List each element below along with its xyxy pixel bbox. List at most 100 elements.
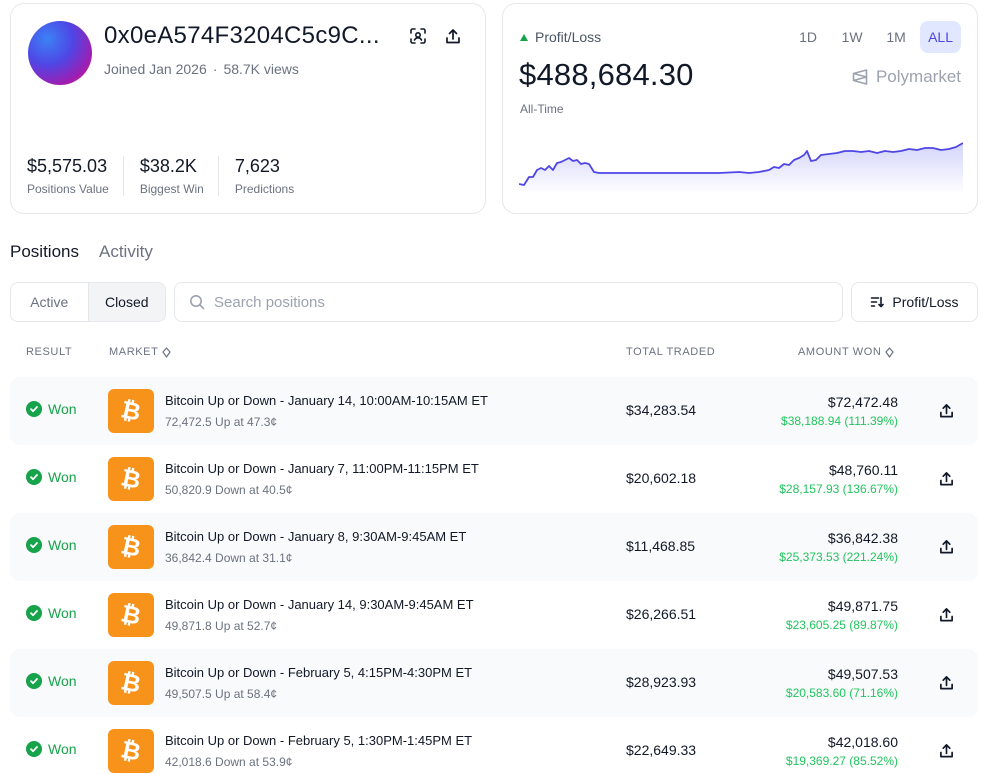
sort-button[interactable]: Profit/Loss xyxy=(851,282,978,322)
sort-toggle-icon xyxy=(162,346,172,358)
result-badge: Won xyxy=(26,605,77,621)
header-result-label: RESULT xyxy=(26,346,73,358)
main-tabs: Positions Activity xyxy=(10,242,153,262)
bitcoin-icon: ₿ xyxy=(108,389,154,433)
share-icon[interactable] xyxy=(935,400,957,422)
search-box xyxy=(174,282,843,322)
tab-positions[interactable]: Positions xyxy=(10,242,79,262)
scan-qr-icon[interactable] xyxy=(407,25,429,47)
pnl-label: Profit/Loss xyxy=(520,29,601,45)
up-triangle-icon xyxy=(520,33,528,41)
polymarket-brand: Polymarket xyxy=(851,67,961,87)
result-label: Won xyxy=(48,469,77,485)
stat-positions-value: $5,575.03 Positions Value xyxy=(27,156,124,196)
header-market-label: MARKET xyxy=(109,346,159,358)
profit-value: $23,605.25 (89.87%) xyxy=(785,618,898,632)
result-label: Won xyxy=(48,537,77,553)
total-traded-value: $11,468.85 xyxy=(626,538,696,554)
market-title[interactable]: Bitcoin Up or Down - February 5, 1:30PM-… xyxy=(165,733,472,748)
market-position-detail: 72,472.5 Up at 47.3¢ xyxy=(165,415,278,429)
share-icon[interactable] xyxy=(935,740,957,762)
share-icon[interactable] xyxy=(442,25,464,47)
table-row[interactable]: Won ₿ Bitcoin Up or Down - January 14, 9… xyxy=(10,581,978,649)
result-label: Won xyxy=(48,673,77,689)
header-total-traded: TOTAL TRADED xyxy=(626,346,715,358)
search-input[interactable] xyxy=(214,293,814,311)
result-label: Won xyxy=(48,605,77,621)
stat-predictions: 7,623 Predictions xyxy=(235,156,308,196)
result-badge: Won xyxy=(26,537,77,553)
amount-won-value: $48,760.11 xyxy=(828,462,898,478)
result-label: Won xyxy=(48,741,77,757)
stat-value: 7,623 xyxy=(234,156,280,176)
check-circle-icon xyxy=(26,605,42,621)
profit-value: $28,157.93 (136.67%) xyxy=(779,482,898,496)
bitcoin-icon: ₿ xyxy=(108,729,154,773)
timeframe-1d[interactable]: 1D xyxy=(788,21,828,53)
profit-value: $20,583.60 (71.16%) xyxy=(785,686,898,700)
amount-won-value: $49,507.53 xyxy=(827,666,898,682)
profile-meta: Joined Jan 2026 · 58.7K views xyxy=(104,61,299,77)
market-position-detail: 36,842.4 Down at 31.1¢ xyxy=(165,551,293,565)
polymarket-logo-icon xyxy=(852,69,868,85)
pnl-sparkline xyxy=(519,142,963,194)
bitcoin-icon: ₿ xyxy=(108,457,154,501)
check-circle-icon xyxy=(26,537,42,553)
table-row[interactable]: Won ₿ Bitcoin Up or Down - January 7, 11… xyxy=(10,445,978,513)
avatar xyxy=(28,21,92,85)
brand-name: Polymarket xyxy=(875,67,961,86)
header-amount-won-label: AMOUNT WON xyxy=(798,346,882,358)
stat-label: Biggest Win xyxy=(139,182,204,196)
sparkline-area xyxy=(519,143,963,194)
market-title[interactable]: Bitcoin Up or Down - January 8, 9:30AM-9… xyxy=(165,529,466,544)
profit-value: $19,369.27 (85.52%) xyxy=(785,754,898,768)
header-market[interactable]: MARKET xyxy=(109,346,172,358)
joined-date: Joined Jan 2026 xyxy=(104,61,207,77)
pnl-value: $488,684.30 xyxy=(519,57,694,92)
closed-segment-button[interactable]: Closed xyxy=(87,283,165,321)
table-row[interactable]: Won ₿ Bitcoin Up or Down - February 5, 4… xyxy=(10,649,978,717)
amount-won-value: $42,018.60 xyxy=(827,734,898,750)
market-title[interactable]: Bitcoin Up or Down - February 5, 4:15PM-… xyxy=(165,665,472,680)
sort-icon xyxy=(871,296,885,308)
timeframe-1w[interactable]: 1W xyxy=(832,21,872,53)
table-row[interactable]: Won ₿ Bitcoin Up or Down - January 8, 9:… xyxy=(10,513,978,581)
check-circle-icon xyxy=(26,469,42,485)
pnl-period: All-Time xyxy=(520,102,564,116)
share-icon[interactable] xyxy=(935,604,957,626)
result-badge: Won xyxy=(26,469,77,485)
table-row[interactable]: Won ₿ Bitcoin Up or Down - February 5, 1… xyxy=(10,717,978,774)
market-title[interactable]: Bitcoin Up or Down - January 14, 10:00AM… xyxy=(165,393,488,408)
check-circle-icon xyxy=(26,741,42,757)
total-traded-value: $22,649.33 xyxy=(626,742,697,758)
result-badge: Won xyxy=(26,401,77,417)
share-icon[interactable] xyxy=(935,536,957,558)
active-segment-button[interactable]: Active xyxy=(11,283,88,321)
amount-won-value: $36,842.38 xyxy=(827,530,898,546)
header-amount-won[interactable]: AMOUNT WON xyxy=(798,346,895,358)
sort-toggle-icon xyxy=(885,346,895,358)
table-header: RESULT MARKET TOTAL TRADED AMOUNT WON xyxy=(0,346,985,362)
table-row[interactable]: Won ₿ Bitcoin Up or Down - January 14, 1… xyxy=(10,377,978,445)
separator-dot: · xyxy=(212,61,218,77)
profit-value: $38,188.94 (111.39%) xyxy=(781,414,898,428)
market-position-detail: 49,871.8 Up at 52.7¢ xyxy=(165,619,278,633)
tab-activity[interactable]: Activity xyxy=(99,242,153,262)
header-total-traded-label: TOTAL TRADED xyxy=(626,346,716,358)
bitcoin-icon: ₿ xyxy=(108,525,154,569)
check-circle-icon xyxy=(26,401,42,417)
market-title[interactable]: Bitcoin Up or Down - January 7, 11:00PM-… xyxy=(165,461,479,476)
total-traded-value: $20,602.18 xyxy=(626,470,697,486)
timeframe-all[interactable]: ALL xyxy=(920,21,961,53)
bitcoin-icon: ₿ xyxy=(108,661,154,705)
profit-value: $25,373.53 (221.24%) xyxy=(779,550,898,564)
total-traded-value: $28,923.93 xyxy=(626,674,697,690)
share-icon[interactable] xyxy=(935,672,957,694)
timeframe-1m[interactable]: 1M xyxy=(876,21,916,53)
market-position-detail: 50,820.9 Down at 40.5¢ xyxy=(165,483,293,497)
result-label: Won xyxy=(48,401,77,417)
stat-value: $38.2K xyxy=(139,156,197,176)
market-title[interactable]: Bitcoin Up or Down - January 14, 9:30AM-… xyxy=(165,597,474,612)
position-status-toggle: Active Closed xyxy=(10,282,166,322)
share-icon[interactable] xyxy=(935,468,957,490)
